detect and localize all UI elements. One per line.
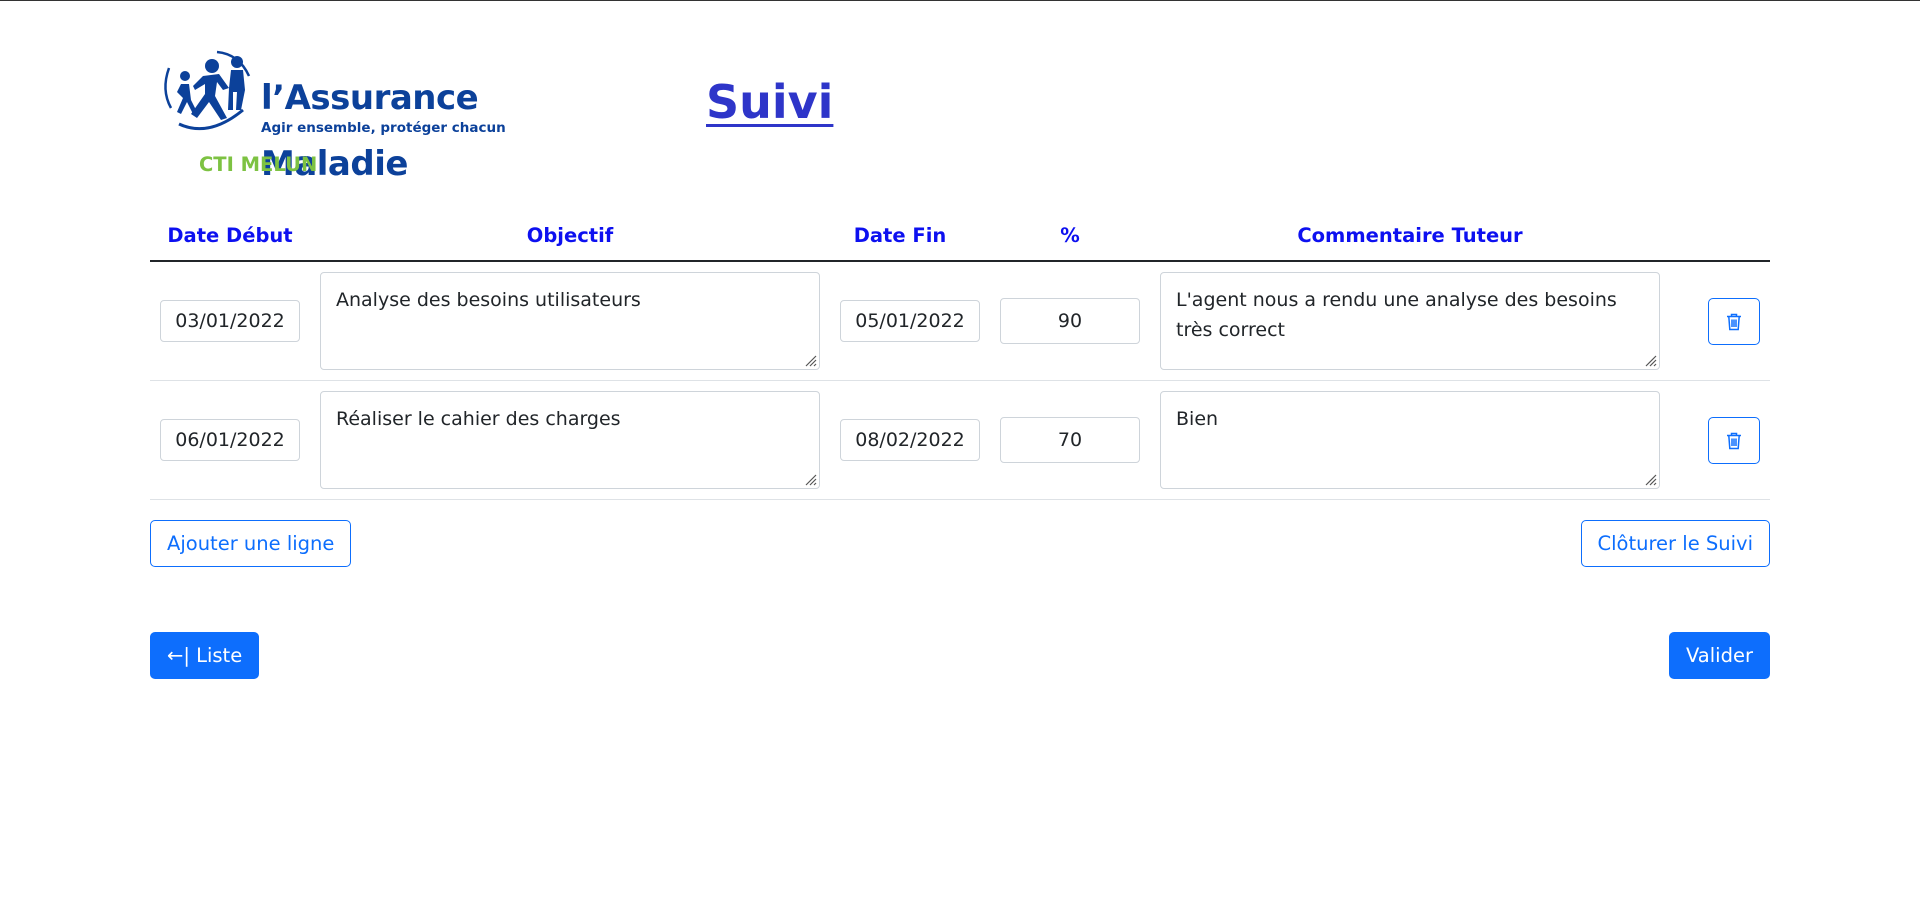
add-row-button[interactable]: Ajouter une ligne	[150, 520, 352, 567]
date-fin-input[interactable]: 05/01/2022	[840, 300, 980, 342]
table-row: 06/01/2022 Réaliser le cahier des charge…	[150, 381, 1770, 500]
commentaire-text: L'agent nous a rendu une analyse des bes…	[1176, 289, 1617, 341]
resize-handle-icon[interactable]	[803, 472, 817, 486]
percent-input[interactable]: 90	[1000, 298, 1140, 344]
commentaire-text: Bien	[1176, 408, 1219, 430]
table-header: Date Début Objectif Date Fin % Commentai…	[150, 216, 1770, 262]
delete-row-button[interactable]	[1708, 417, 1760, 464]
logo-tagline: Agir ensemble, protéger chacun	[261, 120, 506, 136]
delete-row-button[interactable]	[1708, 298, 1760, 345]
trash-icon	[1727, 432, 1741, 449]
commentaire-textarea[interactable]: Bien	[1160, 391, 1660, 489]
objectif-text: Réaliser le cahier des charges	[336, 408, 621, 430]
resize-handle-icon[interactable]	[1643, 353, 1657, 367]
resize-handle-icon[interactable]	[803, 353, 817, 367]
site-label: CTI MELUN	[199, 153, 318, 176]
objectif-textarea[interactable]: Réaliser le cahier des charges	[320, 391, 820, 489]
table-row: 03/01/2022 Analyse des besoins utilisate…	[150, 262, 1770, 381]
date-debut-input[interactable]: 03/01/2022	[160, 300, 300, 342]
objectif-textarea[interactable]: Analyse des besoins utilisateurs	[320, 272, 820, 370]
header-commentaire: Commentaire Tuteur	[1297, 224, 1523, 247]
date-debut-input[interactable]: 06/01/2022	[160, 419, 300, 461]
back-to-list-button[interactable]: ←| Liste	[150, 632, 260, 679]
assurance-maladie-logo: l’Assurance Maladie Agir ensemble, proté…	[157, 38, 506, 181]
objectif-text: Analyse des besoins utilisateurs	[336, 289, 641, 311]
percent-input[interactable]: 70	[1000, 417, 1140, 463]
trash-icon	[1727, 313, 1741, 330]
header-objectif: Objectif	[526, 224, 614, 247]
validate-button[interactable]: Valider	[1668, 632, 1770, 679]
logo-family-icon	[164, 50, 251, 131]
header-date-fin: Date Fin	[853, 224, 947, 247]
date-fin-input[interactable]: 08/02/2022	[840, 419, 980, 461]
page-title[interactable]: Suivi	[706, 75, 833, 129]
header-percent: %	[1060, 224, 1080, 247]
resize-handle-icon[interactable]	[1643, 472, 1657, 486]
logo-name-line1: l’Assurance	[261, 78, 479, 118]
followup-table: Date Début Objectif Date Fin % Commentai…	[150, 216, 1770, 500]
close-followup-button[interactable]: Clôturer le Suivi	[1580, 520, 1770, 567]
commentaire-textarea[interactable]: L'agent nous a rendu une analyse des bes…	[1160, 272, 1660, 370]
header-date-debut: Date Début	[167, 224, 293, 247]
